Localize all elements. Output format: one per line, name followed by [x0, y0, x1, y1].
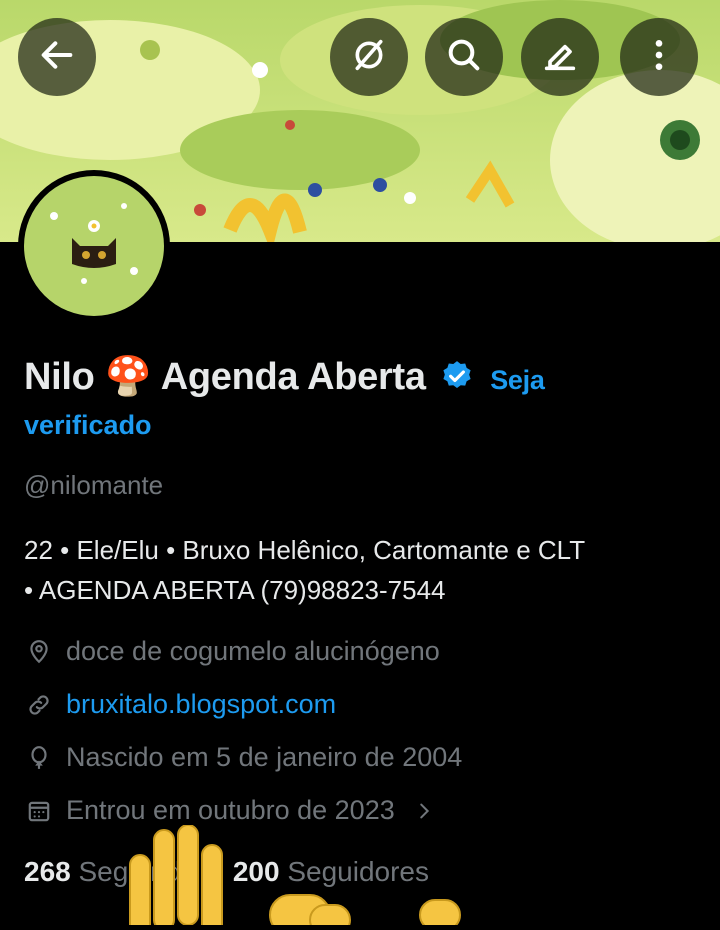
profile-name-block: Nilo 🍄 Agenda Aberta Seja verificado: [24, 352, 684, 444]
search-button[interactable]: [425, 18, 503, 96]
avatar[interactable]: [18, 170, 170, 322]
balloon-icon: [24, 743, 54, 773]
avatar-image: [24, 176, 164, 316]
website-link[interactable]: bruxitalo.blogspot.com: [66, 689, 336, 720]
search-icon: [444, 35, 484, 80]
edit-button[interactable]: [521, 18, 599, 96]
website-row[interactable]: bruxitalo.blogspot.com: [24, 689, 336, 720]
birthday-row: Nascido em 5 de janeiro de 2004: [24, 742, 462, 773]
location-text: doce de cogumelo alucinógeno: [66, 636, 440, 666]
mushroom-emoji: 🍄: [104, 356, 152, 398]
back-button[interactable]: [18, 18, 96, 96]
following-count: 268: [24, 856, 71, 887]
display-name: Nilo 🍄 Agenda Aberta Seja: [24, 352, 684, 406]
get-verified-link-line2[interactable]: verificado: [24, 406, 684, 444]
arrow-left-icon: [37, 35, 77, 80]
edit-icon: [540, 35, 580, 80]
display-name-text-2: Agenda Aberta: [160, 356, 426, 398]
waving-hands-sticker: [120, 824, 500, 930]
chevron-right-icon: [413, 800, 435, 822]
more-button[interactable]: [620, 18, 698, 96]
profile-bio: 22 • Ele/Elu • Bruxo Helênico, Cartomant…: [24, 530, 704, 610]
bio-line-1: 22 • Ele/Elu • Bruxo Helênico, Cartomant…: [24, 535, 586, 565]
no-sync-icon: [349, 35, 389, 80]
location-row: doce de cogumelo alucinógeno: [24, 636, 440, 667]
bio-line-2: • AGENDA ABERTA (79)98823-7544: [24, 575, 446, 605]
joined-row[interactable]: Entrou em outubro de 2023: [24, 795, 435, 826]
no-sync-button[interactable]: [330, 18, 408, 96]
link-icon: [24, 690, 54, 720]
birthday-text: Nascido em 5 de janeiro de 2004: [66, 742, 463, 772]
get-verified-link[interactable]: Seja: [490, 365, 545, 395]
calendar-icon: [24, 796, 54, 826]
username-handle: @nilomante: [24, 470, 164, 500]
more-vertical-icon: [639, 35, 679, 80]
location-pin-icon: [24, 637, 54, 667]
joined-text: Entrou em outubro de 2023: [66, 795, 395, 825]
display-name-text: Nilo: [24, 356, 95, 398]
verified-badge-icon: [440, 356, 474, 406]
